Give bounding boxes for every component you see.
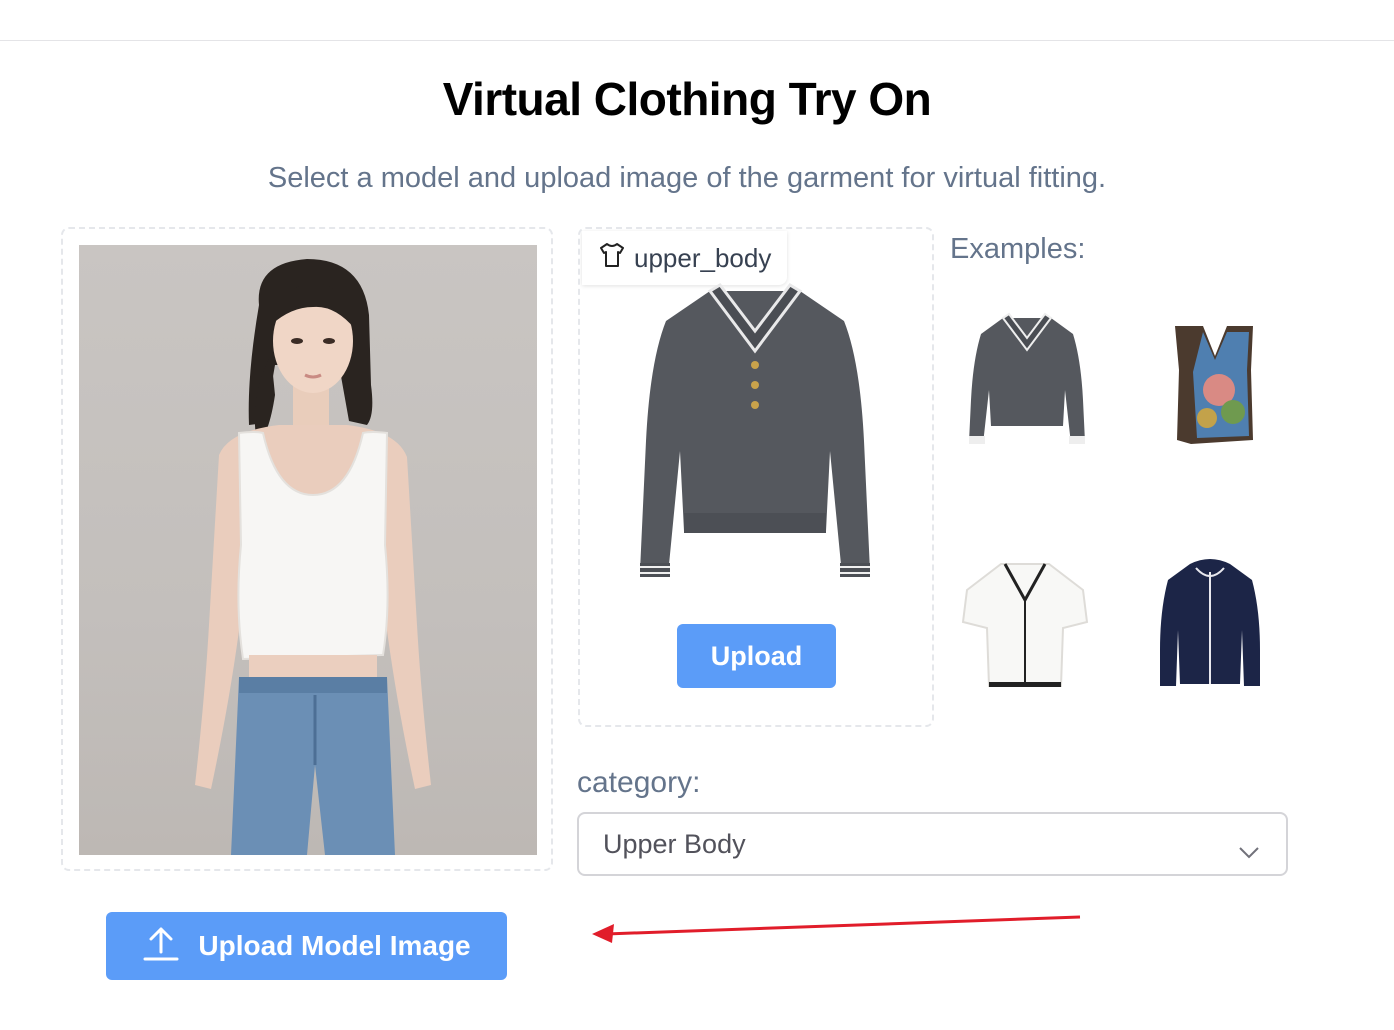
category-select[interactable]: Upper Body — [577, 812, 1288, 876]
example-gray-polo-sweater[interactable] — [957, 300, 1097, 450]
example-white-blouse[interactable] — [955, 550, 1095, 700]
category-selected-value: Upper Body — [603, 828, 746, 859]
example-floral-sweater-vest[interactable] — [1145, 300, 1285, 450]
upload-model-image-button[interactable]: Upload Model Image — [106, 912, 507, 980]
garment-image-panel[interactable]: upper_body Upload — [578, 227, 934, 727]
garment-tag-label: upper_body — [634, 242, 772, 273]
garment-upload-button[interactable]: Upload — [677, 624, 836, 688]
upload-icon — [142, 924, 180, 969]
model-illustration — [195, 259, 431, 855]
examples-label: Examples: — [950, 233, 1086, 265]
garment-category-tag: upper_body — [582, 231, 788, 285]
garment-photo — [630, 281, 880, 621]
navy-hooded-jacket-thumb — [1160, 559, 1260, 686]
category-label: category: — [577, 766, 701, 799]
top-divider — [0, 40, 1394, 41]
tshirt-icon — [598, 241, 626, 276]
white-blouse-thumb — [961, 563, 1089, 687]
page-title: Virtual Clothing Try On — [442, 73, 932, 125]
upload-model-label: Upload Model Image — [198, 930, 471, 961]
gray-polo-sweater-thumb — [969, 312, 1085, 444]
example-navy-hooded-jacket[interactable] — [1140, 550, 1280, 700]
model-photo — [79, 245, 537, 855]
chevron-down-icon — [1238, 836, 1260, 867]
annotation-arrow — [580, 905, 1090, 950]
page-subtitle: Select a model and upload image of the g… — [267, 162, 1107, 194]
floral-sweater-vest-thumb — [1175, 326, 1253, 444]
model-image-panel[interactable] — [61, 227, 553, 871]
